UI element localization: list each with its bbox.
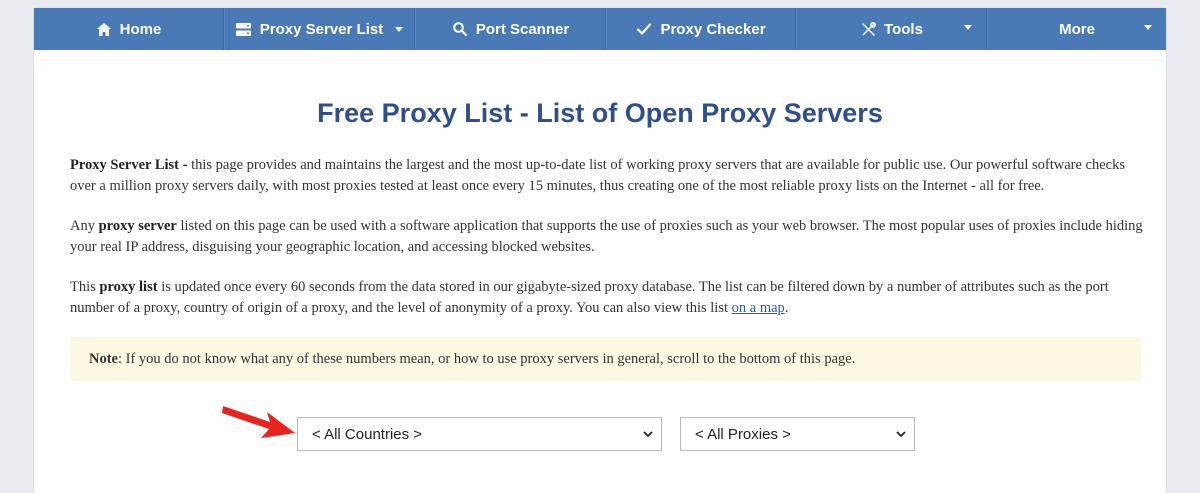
- update-bold: proxy list: [99, 279, 158, 295]
- main-navbar: Home Proxy Server List Port Scanner Prox…: [34, 8, 1166, 50]
- note-text: : If you do not know what any of these n…: [118, 350, 856, 367]
- usage-pre: Any: [70, 218, 99, 234]
- country-select-value: < All Countries >: [312, 425, 423, 443]
- map-link[interactable]: on a map: [732, 300, 785, 316]
- nav-proxy-checker[interactable]: Proxy Checker: [606, 8, 796, 50]
- nav-tools-label: Tools: [884, 20, 923, 38]
- intro-text: this page provides and maintains the lar…: [70, 157, 1125, 194]
- chevron-down-icon: [643, 431, 653, 438]
- update-text: is updated once every 60 seconds from th…: [70, 279, 1109, 316]
- chevron-down-icon: [964, 25, 972, 30]
- chevron-down-icon: [395, 26, 404, 32]
- search-icon: [452, 21, 468, 37]
- nav-more[interactable]: More: [987, 8, 1166, 50]
- note-label: Note: [89, 350, 118, 367]
- update-end: .: [784, 300, 789, 316]
- update-paragraph: This proxy list is updated once every 60…: [70, 277, 1145, 319]
- nav-more-label: More: [1059, 20, 1095, 38]
- chevron-down-icon: [1144, 25, 1152, 30]
- nav-proxy-server-list-label: Proxy Server List: [259, 20, 384, 38]
- intro-paragraph: Proxy Server List - this page provides a…: [70, 155, 1145, 197]
- nav-home[interactable]: Home: [34, 8, 224, 50]
- usage-text: listed on this page can be used with a s…: [70, 218, 1143, 255]
- nav-proxy-server-list[interactable]: Proxy Server List: [224, 8, 415, 50]
- update-pre: This: [70, 279, 100, 295]
- page-title: Free Proxy List - List of Open Proxy Ser…: [317, 98, 883, 128]
- nav-port-scanner-label: Port Scanner: [475, 20, 570, 38]
- server-icon: [236, 21, 252, 37]
- nav-home-label: Home: [119, 20, 162, 38]
- proxy-type-select-value: < All Proxies >: [695, 425, 791, 443]
- usage-paragraph: Any proxy server listed on this page can…: [70, 216, 1145, 258]
- country-select[interactable]: < All Countries >: [297, 417, 662, 451]
- intro-bold: Proxy Server List -: [70, 157, 188, 173]
- check-icon: [636, 21, 652, 37]
- chevron-down-icon: [896, 431, 906, 438]
- red-arrow-icon: [222, 406, 295, 438]
- proxy-type-select[interactable]: < All Proxies >: [680, 417, 915, 451]
- usage-bold: proxy server: [98, 218, 177, 234]
- nav-proxy-checker-label: Proxy Checker: [660, 20, 766, 38]
- nav-tools[interactable]: Tools: [796, 8, 987, 50]
- home-icon: [96, 21, 112, 37]
- note-box: Note: If you do not know what any of the…: [70, 337, 1141, 381]
- tools-icon: [860, 21, 876, 37]
- nav-port-scanner[interactable]: Port Scanner: [415, 8, 606, 50]
